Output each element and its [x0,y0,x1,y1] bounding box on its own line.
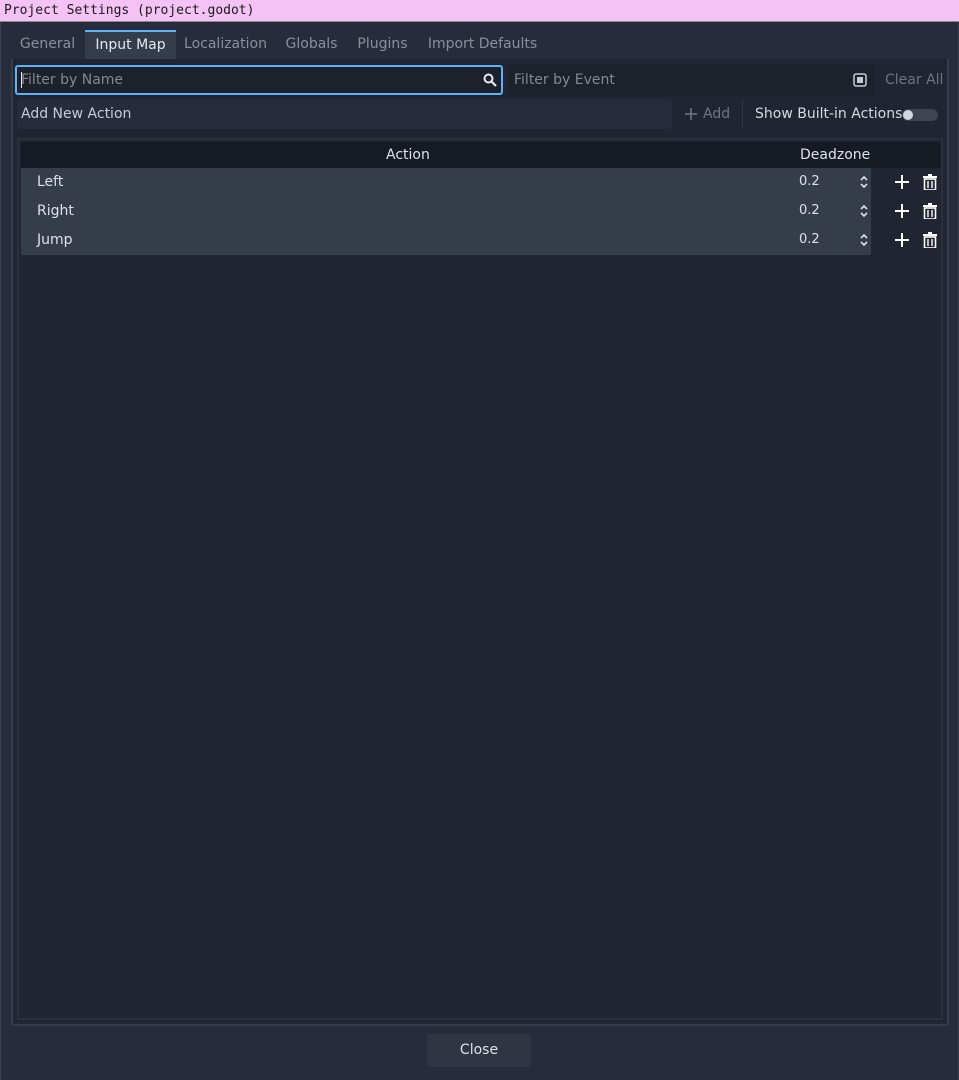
action-tree: Action Deadzone Left 0.2 Right 0.2 Jump … [17,138,943,1020]
table-row[interactable]: Left 0.2 [21,168,941,197]
window-title: Project Settings (project.godot) [4,3,255,18]
trash-icon[interactable] [923,174,937,190]
filter-by-event-placeholder: Filter by Event [514,72,615,88]
search-icon [483,73,497,87]
deadzone-value[interactable]: 0.2 [799,168,820,195]
toolbar-separator [742,99,743,129]
tree-header: Action Deadzone [21,142,941,168]
row-background [21,168,871,197]
add-event-icon[interactable] [894,174,910,190]
row-background [21,226,871,255]
tab-plugins[interactable]: Plugins [349,30,416,59]
toggle-knob [903,110,913,120]
add-action-label: Add [703,106,731,122]
close-button[interactable]: Close [427,1034,531,1067]
filter-by-event-input[interactable]: Filter by Event [508,65,874,95]
trash-icon[interactable] [923,232,937,248]
tab-bar: General Input Map Localization Globals P… [11,30,949,59]
add-event-icon[interactable] [894,203,910,219]
filter-by-name-input[interactable]: Filter by Name [15,65,503,95]
action-name: Right [37,203,74,219]
column-header-action: Action [386,147,430,163]
event-capture-icon[interactable] [853,73,867,87]
trash-icon[interactable] [923,203,937,219]
add-new-action-placeholder: Add New Action [21,106,132,122]
row-background [21,197,871,226]
add-new-action-input[interactable]: Add New Action [17,99,672,129]
deadzone-value[interactable]: 0.2 [799,197,820,224]
tab-general[interactable]: General [11,30,84,59]
add-event-icon[interactable] [894,232,910,248]
tab-globals[interactable]: Globals [275,30,348,59]
table-row[interactable]: Right 0.2 [21,197,941,226]
plus-icon [685,108,697,120]
action-name: Left [37,174,64,190]
deadzone-spinner-icon[interactable] [859,174,869,190]
tab-import-defaults[interactable]: Import Defaults [417,30,548,59]
window-titlebar[interactable]: Project Settings (project.godot) [0,0,959,22]
tab-localization[interactable]: Localization [177,30,274,59]
action-name: Jump [37,232,73,248]
tab-input-map[interactable]: Input Map [85,30,176,59]
show-builtin-actions-label: Show Built-in Actions [755,106,903,122]
filter-by-name-placeholder: Filter by Name [21,72,124,88]
deadzone-spinner-icon[interactable] [859,203,869,219]
clear-all-button[interactable]: Clear All [885,65,943,95]
project-settings-window: General Input Map Localization Globals P… [0,22,959,1080]
deadzone-value[interactable]: 0.2 [799,226,820,253]
column-header-deadzone: Deadzone [800,147,871,163]
table-row[interactable]: Jump 0.2 [21,226,941,255]
show-builtin-actions-toggle[interactable] [902,109,938,121]
deadzone-spinner-icon[interactable] [859,232,869,248]
